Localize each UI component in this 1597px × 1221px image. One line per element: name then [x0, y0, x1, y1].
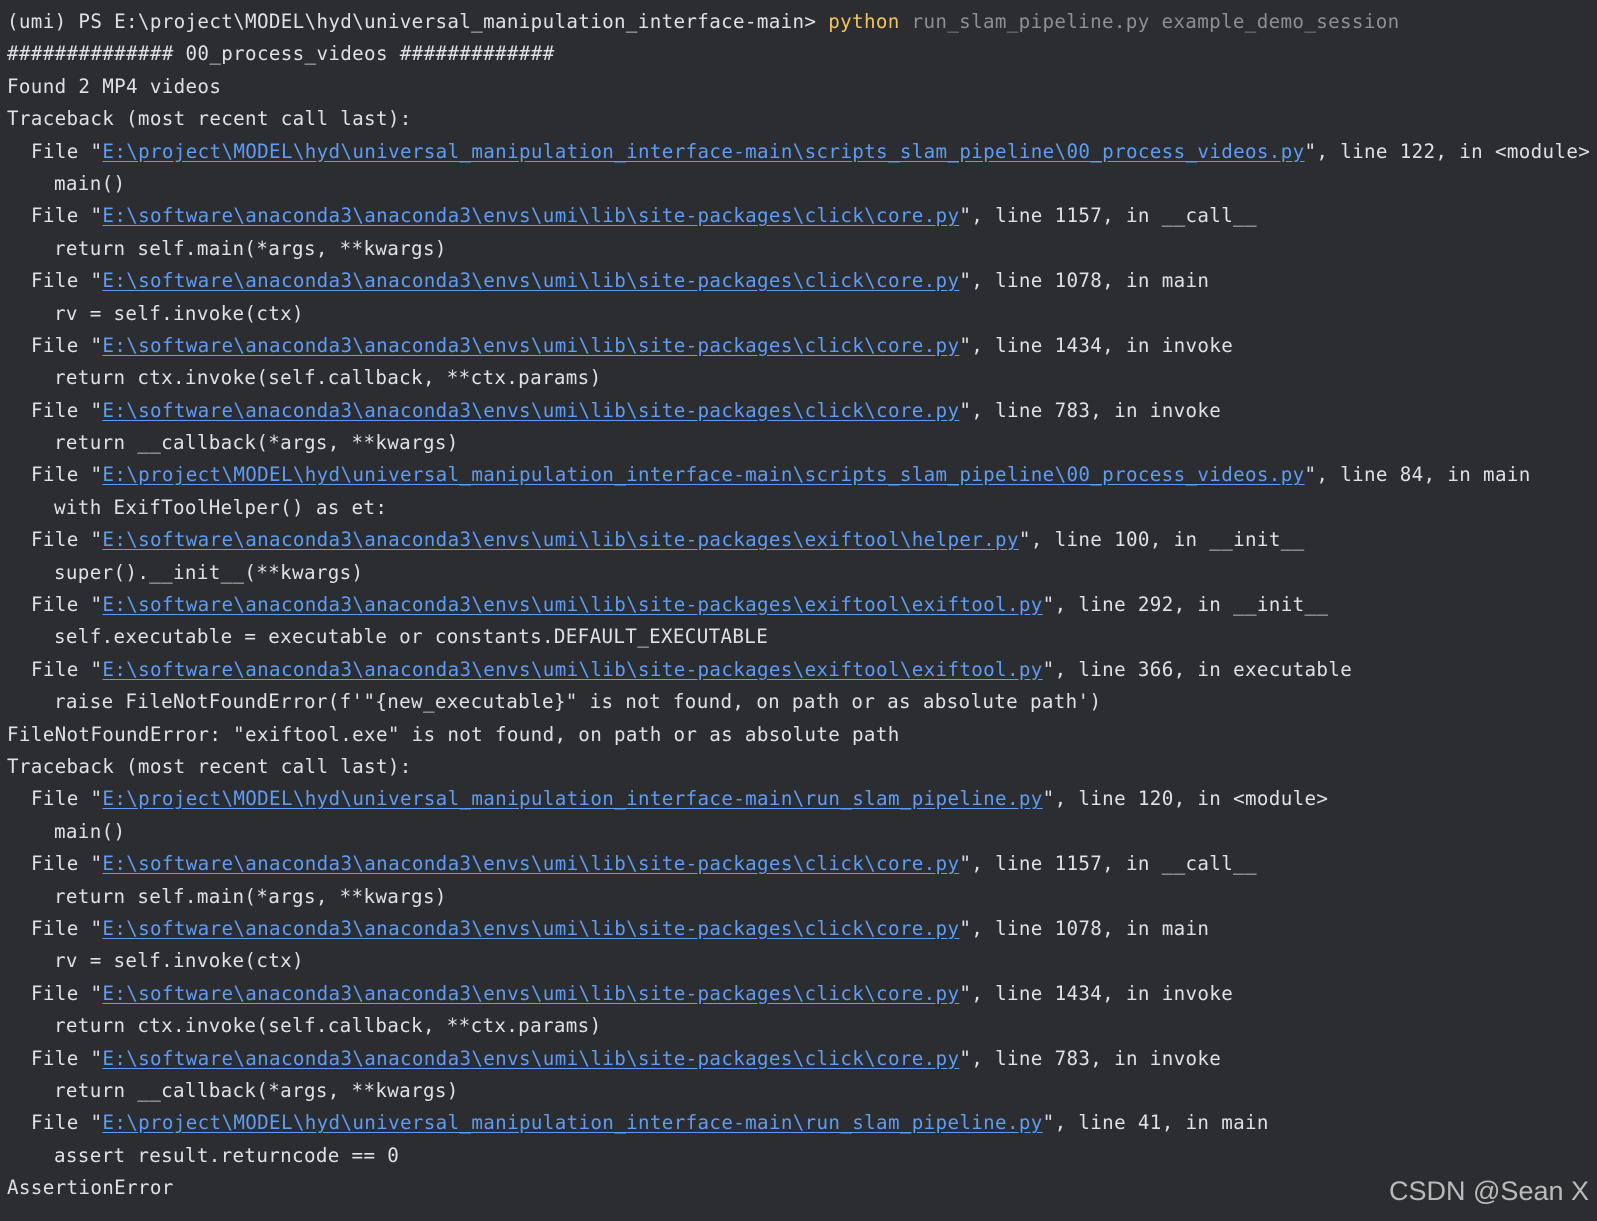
file-path-link[interactable]: E:\project\MODEL\hyd\universal_manipulat…: [102, 1111, 1042, 1134]
file-path-link[interactable]: E:\software\anaconda3\anaconda3\envs\umi…: [102, 658, 1042, 681]
file-path-link[interactable]: E:\software\anaconda3\anaconda3\envs\umi…: [102, 1047, 959, 1070]
command-prompt-line: (umi) PS E:\project\MODEL\hyd\universal_…: [7, 6, 1597, 38]
file-prefix: File ": [31, 1111, 103, 1135]
file-path-link[interactable]: E:\software\anaconda3\anaconda3\envs\umi…: [102, 269, 959, 292]
prompt-path: (umi) PS E:\project\MODEL\hyd\universal_…: [7, 10, 829, 33]
file-path-link[interactable]: E:\software\anaconda3\anaconda3\envs\umi…: [102, 204, 959, 227]
file-prefix: File ": [31, 204, 103, 228]
file-prefix: File ": [31, 916, 103, 940]
traceback-frame-code: self.executable = executable or constant…: [54, 625, 769, 649]
traceback-frame-code: return __callback(*args, **kwargs): [54, 431, 459, 455]
file-path-link[interactable]: E:\software\anaconda3\anaconda3\envs\umi…: [102, 528, 1018, 551]
frame-location: ", line 1434, in invoke: [959, 333, 1234, 357]
file-path-link[interactable]: E:\project\MODEL\hyd\universal_manipulat…: [102, 463, 1304, 486]
file-prefix: File ": [31, 528, 103, 552]
traceback-frame-file: File "E:\software\anaconda3\anaconda3\en…: [7, 589, 1597, 621]
file-prefix: File ": [31, 1046, 103, 1070]
traceback-frame-file: File "E:\software\anaconda3\anaconda3\en…: [7, 848, 1597, 880]
file-path-link[interactable]: E:\software\anaconda3\anaconda3\envs\umi…: [102, 852, 959, 875]
traceback-frame-file: File "E:\project\MODEL\hyd\universal_man…: [7, 783, 1597, 815]
terminal-output[interactable]: (umi) PS E:\project\MODEL\hyd\universal_…: [7, 6, 1597, 1221]
file-prefix: File ": [31, 139, 103, 163]
traceback-frame-file: File "E:\project\MODEL\hyd\universal_man…: [7, 459, 1597, 491]
frame-location: ", line 1078, in main: [959, 916, 1210, 940]
traceback-frame-file: File "E:\software\anaconda3\anaconda3\en…: [7, 200, 1597, 232]
found-videos-message: Found 2 MP4 videos: [7, 74, 222, 98]
file-path-link[interactable]: E:\project\MODEL\hyd\universal_manipulat…: [102, 787, 1042, 810]
frame-location: ", line 292, in __init__: [1042, 593, 1329, 617]
traceback-frame-code: with ExifToolHelper() as et:: [54, 495, 388, 519]
traceback-frame-code: main(): [54, 819, 126, 843]
error-message: AssertionError: [7, 1176, 174, 1200]
traceback-frame-code: rv = self.invoke(ctx): [54, 301, 304, 325]
traceback-header: Traceback (most recent call last):: [7, 754, 412, 778]
frame-location: ", line 1078, in main: [959, 269, 1210, 293]
traceback-frame-code: return ctx.invoke(self.callback, **ctx.p…: [54, 1014, 602, 1038]
frame-location: ", line 100, in __init__: [1018, 528, 1305, 552]
error-message: FileNotFoundError: "exiftool.exe" is not…: [7, 722, 900, 746]
file-prefix: File ": [31, 657, 103, 681]
traceback-frame-file: File "E:\software\anaconda3\anaconda3\en…: [7, 524, 1597, 556]
traceback-frame-file: File "E:\software\anaconda3\anaconda3\en…: [7, 978, 1597, 1010]
file-path-link[interactable]: E:\project\MODEL\hyd\universal_manipulat…: [102, 140, 1304, 163]
frame-location: ", line 120, in <module>: [1042, 787, 1329, 811]
file-path-link[interactable]: E:\software\anaconda3\anaconda3\envs\umi…: [102, 982, 959, 1005]
traceback-frame-file: File "E:\software\anaconda3\anaconda3\en…: [7, 654, 1597, 686]
traceback-frame-code: rv = self.invoke(ctx): [54, 949, 304, 973]
traceback-frame-code: return self.main(*args, **kwargs): [54, 884, 447, 908]
frame-location: ", line 1157, in __call__: [959, 852, 1257, 876]
file-path-link[interactable]: E:\software\anaconda3\anaconda3\envs\umi…: [102, 399, 959, 422]
file-path-link[interactable]: E:\software\anaconda3\anaconda3\envs\umi…: [102, 334, 959, 357]
frame-location: ", line 1157, in __call__: [959, 204, 1257, 228]
traceback-header: Traceback (most recent call last):: [7, 107, 412, 131]
file-prefix: File ": [31, 269, 103, 293]
traceback-frame-code: super().__init__(**kwargs): [54, 560, 364, 584]
traceback-frame-file: File "E:\software\anaconda3\anaconda3\en…: [7, 1043, 1597, 1075]
prompt-arguments: run_slam_pipeline.py example_demo_sessio…: [899, 10, 1400, 33]
frame-location: ", line 783, in invoke: [959, 398, 1222, 422]
prompt-command: python: [828, 10, 900, 33]
file-prefix: File ": [31, 398, 103, 422]
frame-location: ", line 84, in main: [1304, 463, 1531, 487]
file-prefix: File ": [31, 463, 103, 487]
traceback-frame-file: File "E:\project\MODEL\hyd\universal_man…: [7, 1107, 1597, 1139]
frame-location: ", line 122, in <module>: [1304, 139, 1591, 163]
file-prefix: File ": [31, 787, 103, 811]
file-path-link[interactable]: E:\software\anaconda3\anaconda3\envs\umi…: [102, 593, 1042, 616]
traceback-frame-code: return __callback(*args, **kwargs): [54, 1078, 459, 1102]
traceback-frame-file: File "E:\project\MODEL\hyd\universal_man…: [7, 136, 1597, 168]
traceback-frame-file: File "E:\software\anaconda3\anaconda3\en…: [7, 265, 1597, 297]
frame-location: ", line 1434, in invoke: [959, 981, 1234, 1005]
traceback-frame-code: assert result.returncode == 0: [54, 1143, 400, 1167]
file-prefix: File ": [31, 333, 103, 357]
frame-location: ", line 366, in executable: [1042, 657, 1353, 681]
traceback-frame-file: File "E:\software\anaconda3\anaconda3\en…: [7, 913, 1597, 945]
frame-location: ", line 41, in main: [1042, 1111, 1269, 1135]
file-prefix: File ": [31, 981, 103, 1005]
frame-location: ", line 783, in invoke: [959, 1046, 1222, 1070]
section-header: ############## 00_process_videos #######…: [7, 42, 555, 66]
traceback-frame-code: raise FileNotFoundError(f'"{new_executab…: [54, 690, 1102, 714]
file-path-link[interactable]: E:\software\anaconda3\anaconda3\envs\umi…: [102, 917, 959, 940]
watermark: CSDN @Sean X: [1389, 1176, 1589, 1206]
traceback-frame-file: File "E:\software\anaconda3\anaconda3\en…: [7, 395, 1597, 427]
traceback-frame-code: return ctx.invoke(self.callback, **ctx.p…: [54, 366, 602, 390]
file-prefix: File ": [31, 593, 103, 617]
traceback-frame-code: main(): [54, 171, 126, 195]
file-prefix: File ": [31, 852, 103, 876]
traceback-frame-file: File "E:\software\anaconda3\anaconda3\en…: [7, 330, 1597, 362]
traceback-frame-code: return self.main(*args, **kwargs): [54, 236, 447, 260]
